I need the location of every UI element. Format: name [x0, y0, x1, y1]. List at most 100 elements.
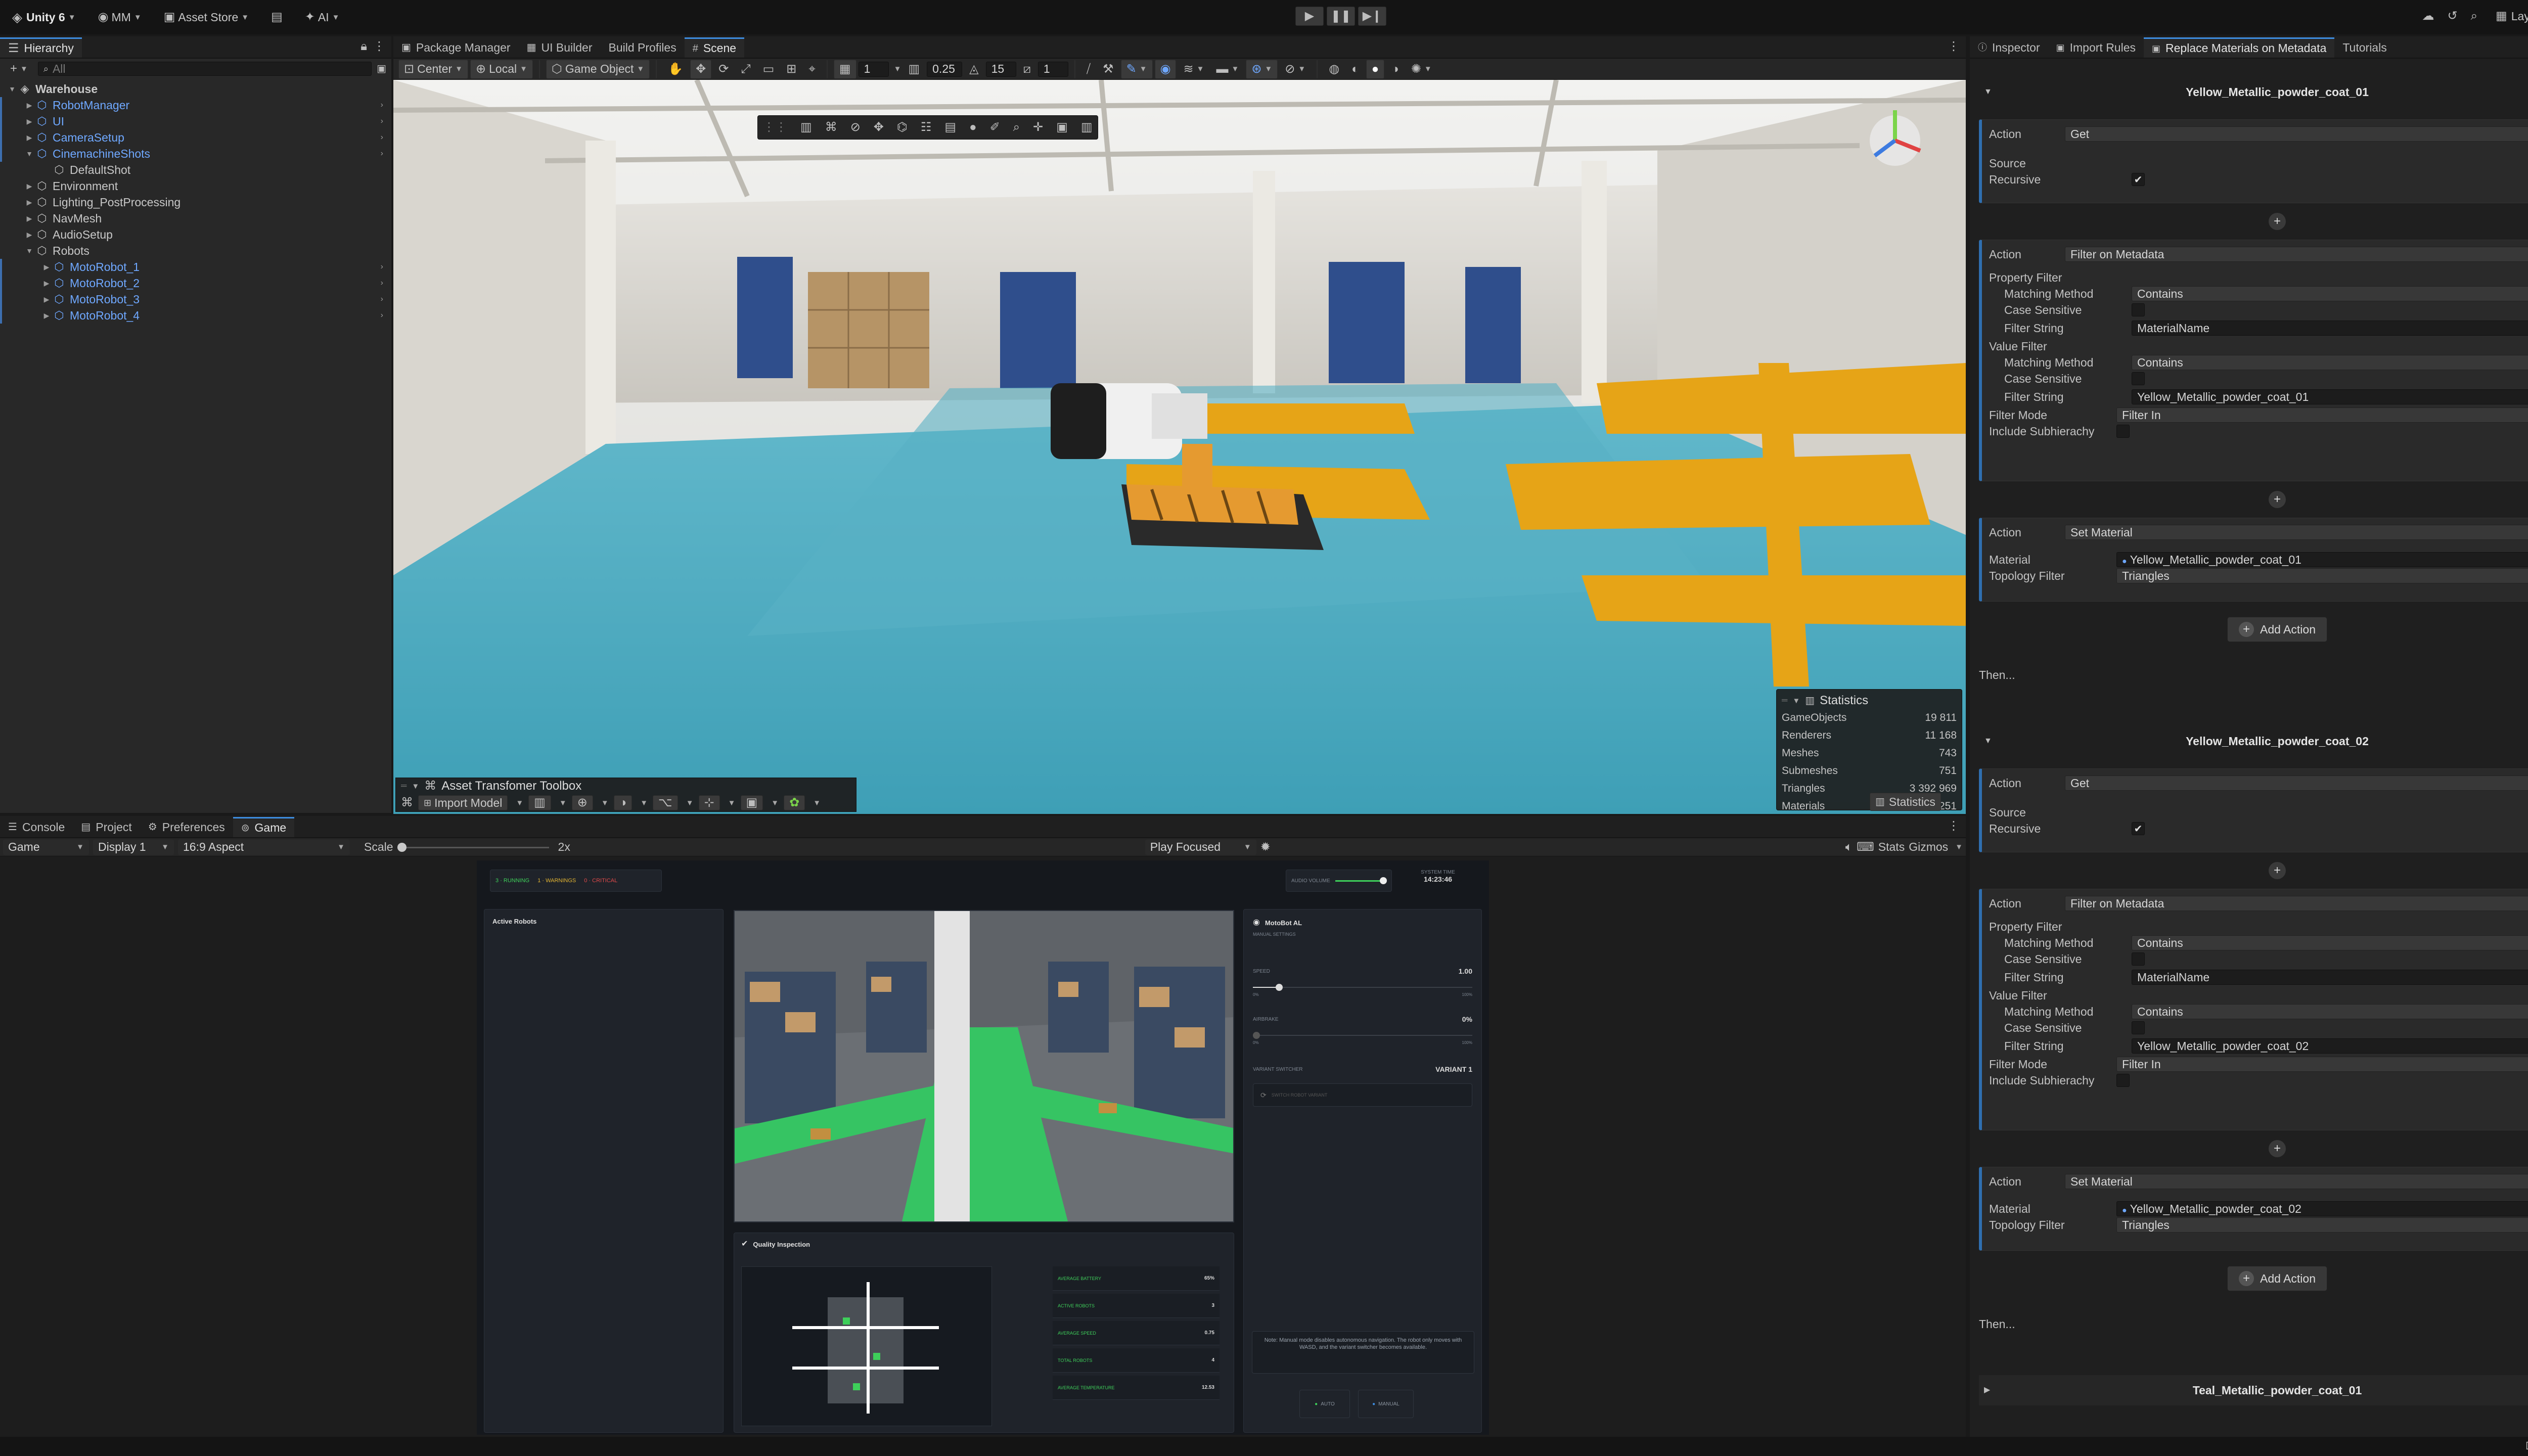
hierarchy-item[interactable]: ▶ ⬡ MotoRobot_2 ›	[0, 275, 391, 291]
grip-icon[interactable]: ═	[1782, 697, 1787, 705]
hierarchy-item[interactable]: ▶ ⬡ NavMesh	[0, 210, 391, 226]
pivot-dropdown[interactable]: ⊡ Center ▼	[398, 59, 469, 79]
tab-inspector[interactable]: ⓘ Inspector	[1970, 37, 2048, 58]
image-icon[interactable]: ▣	[1056, 121, 1068, 133]
draw-mode-1[interactable]: ◍	[1324, 60, 1344, 79]
tab-hierarchy[interactable]: ☰ Hierarchy	[0, 37, 82, 58]
airbrake-slider[interactable]	[1253, 1030, 1472, 1040]
keyboard-icon[interactable]: ⌨	[1857, 841, 1874, 853]
filter-string-input[interactable]: MaterialName	[2132, 321, 2528, 336]
speed-slider[interactable]	[1253, 982, 1472, 992]
unity-account-menu[interactable]: ◈ Unity 6 ▼	[7, 8, 81, 27]
action-dropdown[interactable]: Filter on Metadata▼	[2065, 247, 2528, 262]
expand-arrow-icon[interactable]: ▼	[24, 247, 34, 255]
hierarchy-item[interactable]: ▶ ⬡ UI ›	[0, 113, 391, 129]
collapse-arrow-icon[interactable]: ▼	[1984, 88, 1992, 96]
case-sensitive-checkbox[interactable]	[2132, 1021, 2145, 1034]
expand-arrow-icon[interactable]: ▶	[1984, 1386, 1990, 1394]
topology-filter-dropdown[interactable]: Triangles▼	[2116, 568, 2528, 583]
statistics-toggle-button[interactable]: ▥ Statistics	[1870, 793, 1941, 811]
snap-field[interactable]: 0.25	[927, 61, 963, 77]
add-action-button[interactable]: + Add Action	[2227, 1266, 2327, 1291]
filter-string-input[interactable]: MaterialName	[2132, 970, 2528, 985]
visibility-toggle[interactable]: ◉	[1154, 59, 1177, 79]
hierarchy-item[interactable]: ▼ ◈ Warehouse	[0, 81, 391, 97]
expand-arrow-icon[interactable]: ▶	[24, 133, 34, 142]
grip-icon[interactable]: ⋮⋮	[763, 121, 787, 133]
prefab-arrow-icon[interactable]: ›	[381, 279, 383, 288]
insert-action-button[interactable]: +	[2269, 213, 2286, 230]
hierarchy-item[interactable]: ▶ ⬡ MotoRobot_1 ›	[0, 259, 391, 275]
view-option-3[interactable]: ✎ ▼	[1120, 59, 1153, 79]
tab-ui-builder[interactable]: ▦ UI Builder	[519, 37, 601, 58]
step-button[interactable]: ▶❙	[1358, 7, 1386, 26]
matching-method-dropdown[interactable]: Contains▼	[2132, 1004, 2528, 1019]
grid-size-field[interactable]: 1	[858, 61, 889, 77]
scale-slider[interactable]	[397, 841, 549, 853]
prefab-arrow-icon[interactable]: ›	[381, 133, 383, 142]
filter-string-input[interactable]: Yellow_Metallic_powder_coat_02	[2132, 1038, 2528, 1054]
grid-toggle[interactable]: ▦	[833, 59, 856, 79]
account-menu[interactable]: ◉ MM ▼	[93, 8, 147, 27]
case-sensitive-checkbox[interactable]	[2132, 303, 2145, 316]
scene-viewport[interactable]: ⋮⋮ ▥ ⌘ ⊘ ✥ ⌬ ☷ ▤ ● ✐ ⌕ ✛ ▣ ▥ ═ ▼ ▥ Stati…	[393, 80, 1966, 814]
snap-toggle[interactable]: ▥	[903, 60, 925, 79]
history-icon[interactable]: ↺	[2447, 10, 2457, 22]
expand-arrow-icon[interactable]: ▶	[24, 101, 34, 110]
filter-mode-dropdown[interactable]: Filter In▼	[2116, 407, 2528, 423]
import-model-button[interactable]: ⊞ Import Model	[418, 795, 508, 810]
bug-icon[interactable]: ✹	[1260, 841, 1271, 853]
hierarchy-item[interactable]: ▶ ⬡ RobotManager ›	[0, 97, 391, 113]
matching-method-dropdown[interactable]: Contains▼	[2132, 355, 2528, 370]
prefab-arrow-icon[interactable]: ›	[381, 295, 383, 304]
search-icon[interactable]: ⌕	[2471, 10, 2477, 22]
mute-icon[interactable]: 🔈︎	[1845, 841, 1853, 853]
move-arrows-icon[interactable]: ✥	[874, 121, 884, 133]
move-tool-button[interactable]: ✥	[690, 59, 712, 79]
tab-preferences[interactable]: ⚙ Preferences	[140, 817, 233, 837]
switch-variant-button[interactable]: ⟳ SWITCH ROBOT VARIANT	[1253, 1083, 1472, 1107]
recursive-checkbox[interactable]: ✔	[2132, 173, 2145, 186]
hierarchy-item[interactable]: ▶ ⬡ MotoRobot_3 ›	[0, 291, 391, 307]
prefab-arrow-icon[interactable]: ›	[381, 262, 383, 271]
compass-icon[interactable]: ⊘	[850, 121, 861, 133]
tab-scene[interactable]: # Scene	[684, 37, 745, 58]
expand-arrow-icon[interactable]: ▶	[24, 182, 34, 191]
insert-action-button[interactable]: +	[2269, 1140, 2286, 1157]
hand-tool-button[interactable]: ✋	[663, 60, 688, 79]
play-button[interactable]: ▶	[1295, 7, 1324, 26]
gizmos-dropdown[interactable]: Gizmos	[1909, 840, 1948, 854]
pivot-tool-icon[interactable]: ✛	[1033, 121, 1043, 133]
expand-arrow-icon[interactable]: ▶	[41, 263, 52, 271]
toolbox-tool-4[interactable]: ⌥	[653, 795, 678, 810]
paint-icon[interactable]: ✐	[990, 121, 1000, 133]
expand-arrow-icon[interactable]: ▶	[41, 279, 52, 288]
toolbox-tool-1[interactable]: ▥	[528, 795, 551, 810]
hierarchy-item[interactable]: ▶ ⬡ MotoRobot_4 ›	[0, 307, 391, 324]
auto-mode-button[interactable]: ● AUTO	[1299, 1390, 1350, 1418]
bake-icon[interactable]: ⌧	[2525, 1441, 2528, 1451]
nodes-icon[interactable]: ⌬	[897, 121, 908, 133]
rect-tool-button[interactable]: ▭	[758, 60, 780, 79]
draw-mode-4[interactable]: ◑	[1386, 60, 1404, 79]
action-dropdown[interactable]: Set Material▼	[2065, 1174, 2528, 1189]
add-action-button[interactable]: + Add Action	[2227, 617, 2327, 642]
hierarchy-item[interactable]: ▶ ⬡ AudioSetup	[0, 226, 391, 243]
tab-project[interactable]: ▤ Project	[73, 817, 140, 837]
material-object-field[interactable]: ●Yellow_Metallic_powder_coat_02◎	[2116, 1201, 2528, 1216]
include-subhierarchy-checkbox[interactable]	[2116, 1074, 2130, 1087]
lock-icon[interactable]: 🔒︎	[360, 40, 367, 53]
hierarchy-item[interactable]: ▼ ⬡ Robots	[0, 243, 391, 259]
expand-arrow-icon[interactable]: ▶	[24, 214, 34, 223]
angle-snap-toggle[interactable]: ◬	[964, 60, 983, 79]
space-dropdown[interactable]: ⊕ Local ▼	[470, 59, 533, 79]
transform-tool-button[interactable]: ⊞	[781, 60, 801, 79]
overlay-toggle[interactable]: ⊘ ▼	[1280, 60, 1311, 79]
cloud-icon[interactable]: ☁	[2422, 10, 2434, 22]
action-dropdown[interactable]: Get▼	[2065, 126, 2528, 142]
grip-icon[interactable]: ═	[401, 782, 407, 790]
bars-icon[interactable]: ▤	[944, 121, 956, 133]
custom-tool-button[interactable]: ⌖	[803, 60, 821, 79]
audio-volume-slider[interactable]	[1335, 877, 1387, 884]
prefab-arrow-icon[interactable]: ›	[381, 101, 383, 110]
